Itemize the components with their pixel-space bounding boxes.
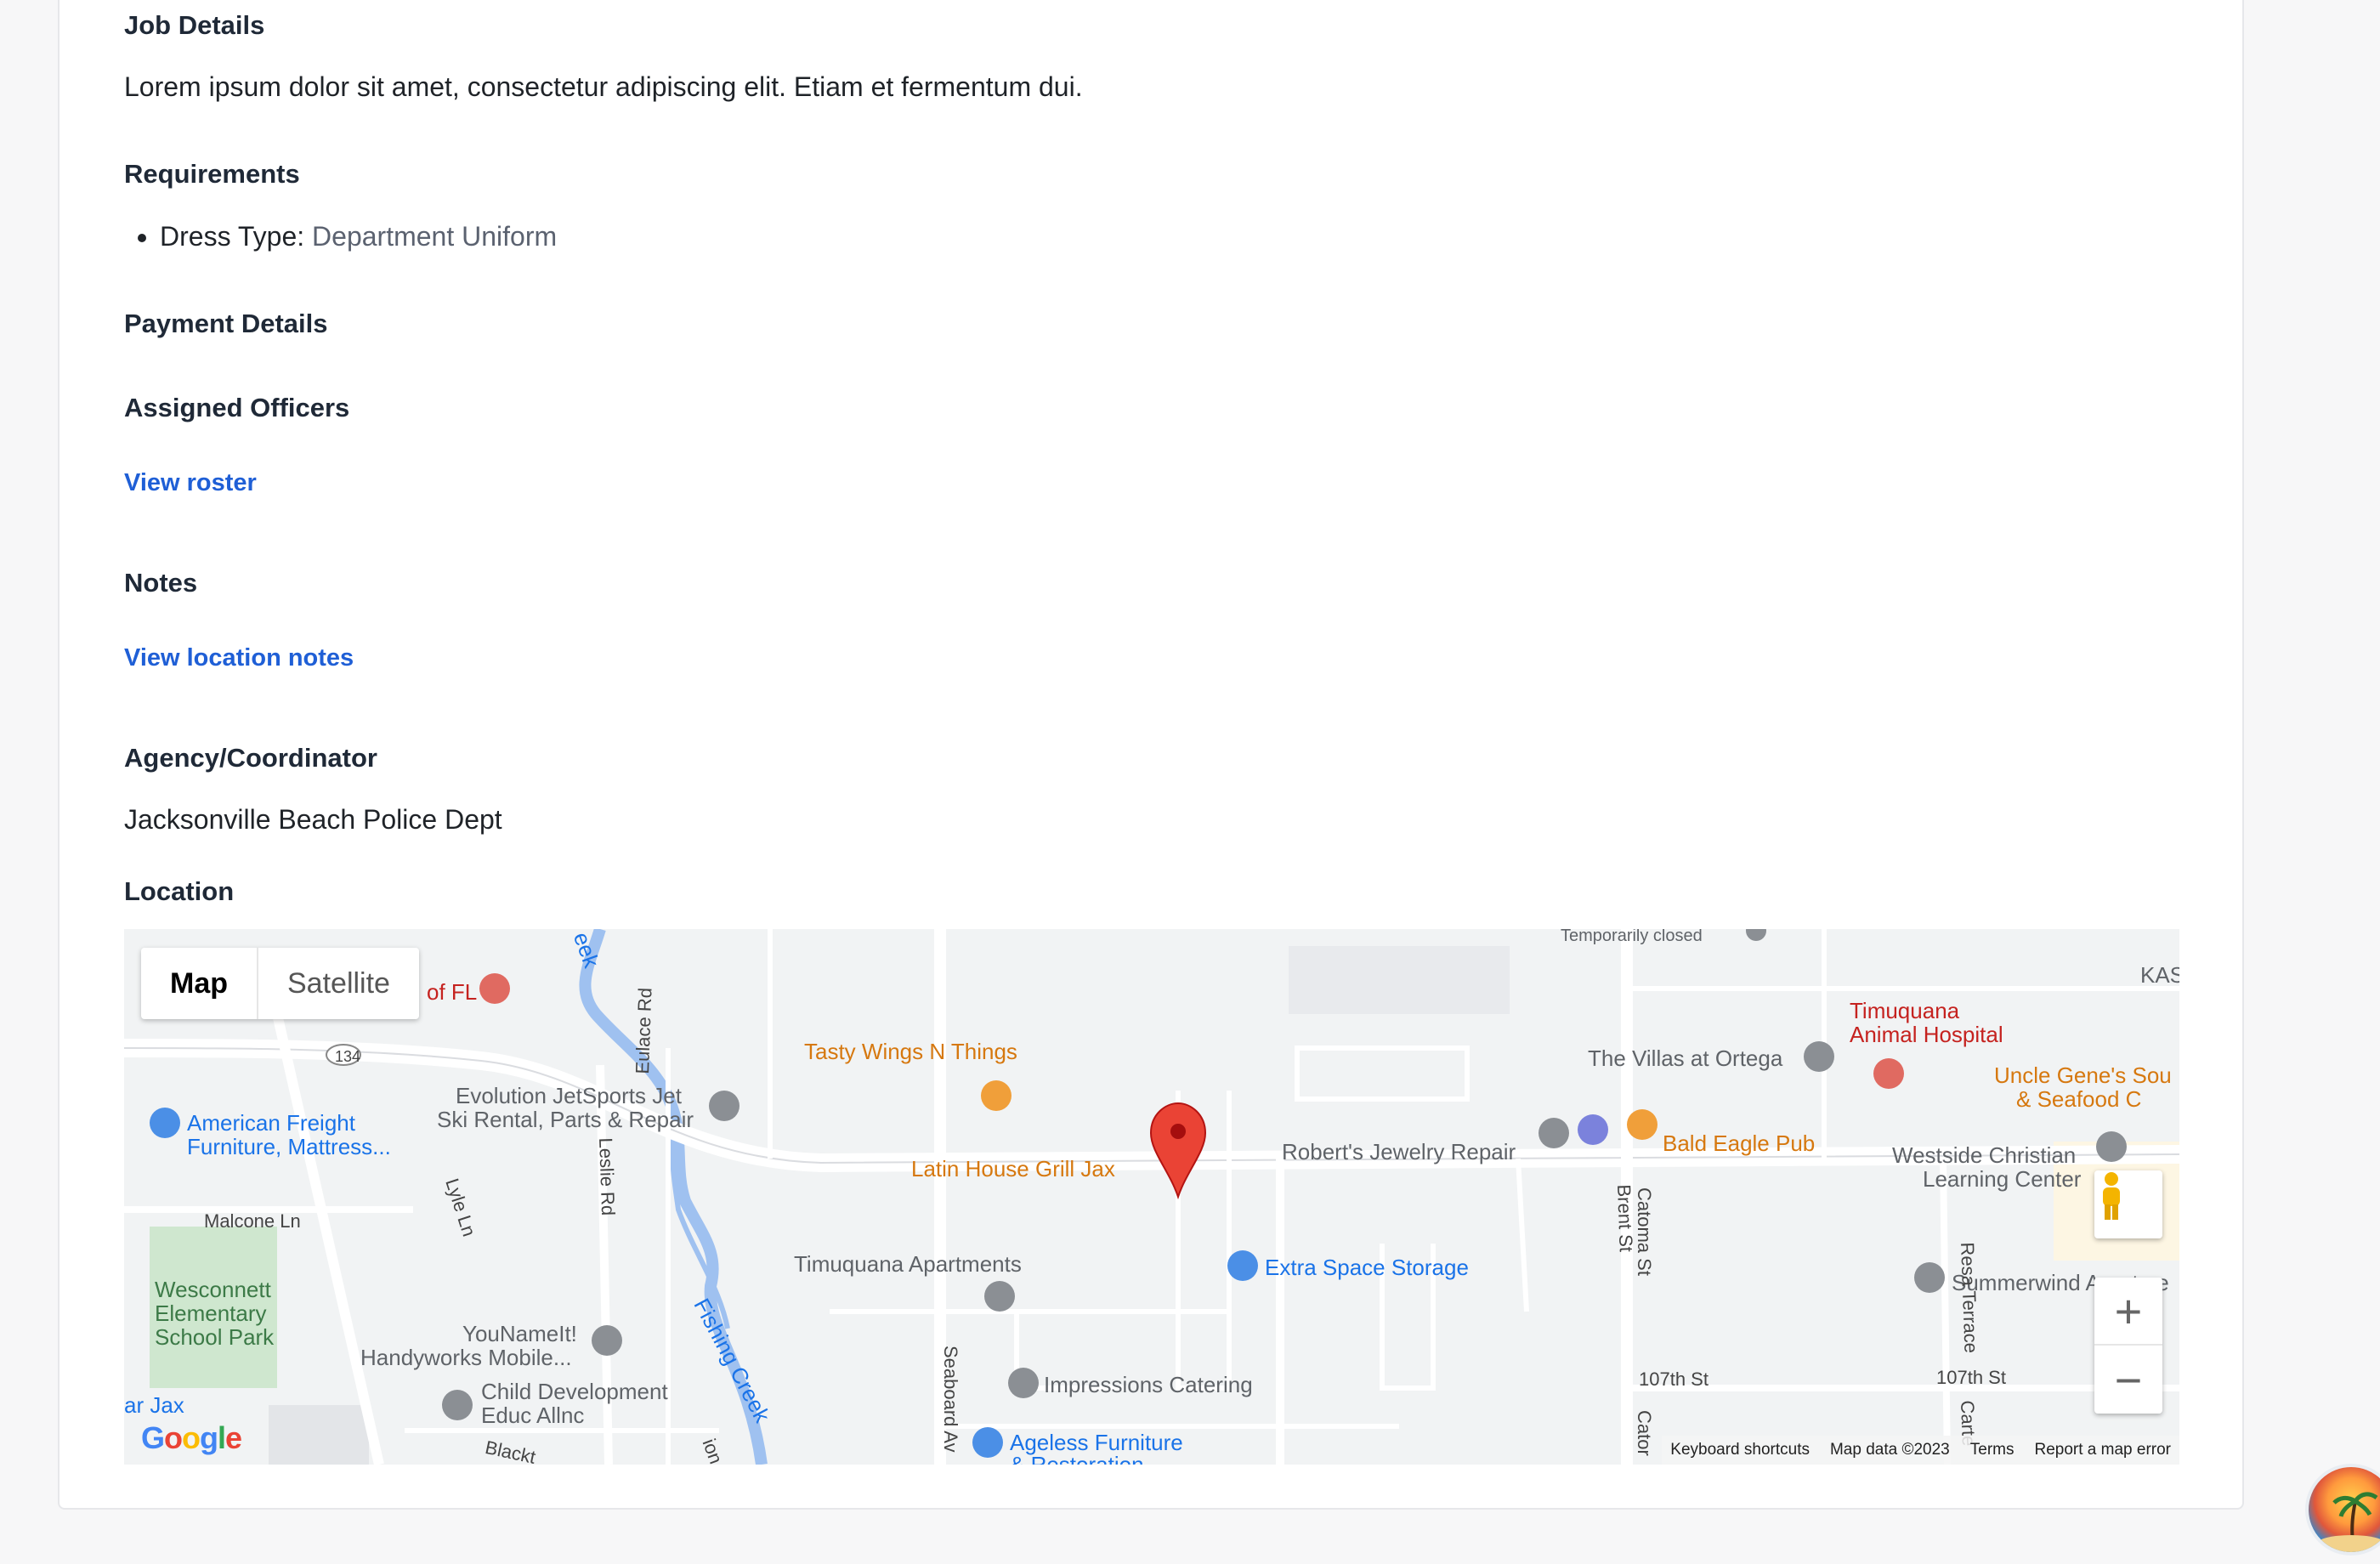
map-label: Seaboard Av (940, 1346, 961, 1453)
map-label: Learning Center (1923, 1166, 2082, 1192)
requirements-heading: Requirements (124, 159, 300, 189)
map-label: & Seafood C (2016, 1086, 2142, 1112)
map-label: Latin House Grill Jax (911, 1156, 1115, 1182)
requirement-label: Dress Type: (160, 221, 305, 252)
map-label: of FL (427, 979, 478, 1005)
map-label: Uncle Gene's Sou (1994, 1062, 2172, 1088)
map-label: Eulace Rd (631, 987, 656, 1074)
zoom-in-button[interactable]: + (2094, 1278, 2162, 1346)
map-attribution-bar: Keyboard shortcuts Map data ©2023 Terms … (1662, 1436, 2179, 1465)
view-roster-link[interactable]: View roster (124, 469, 257, 497)
map-label: Tasty Wings N Things (804, 1039, 1017, 1064)
payment-details-heading: Payment Details (124, 309, 328, 338)
location-heading: Location (124, 876, 235, 906)
notes-heading: Notes (124, 568, 198, 598)
map-label: Elementary (155, 1300, 267, 1326)
highway-number: 134 (335, 1048, 361, 1065)
job-details-text: Lorem ipsum dolor sit amet, consectetur … (124, 71, 1083, 102)
map-label: Child Development (481, 1379, 668, 1404)
agency-heading: Agency/Coordinator (124, 743, 377, 773)
map-label: Extra Space Storage (1265, 1255, 1469, 1280)
map-label: Cator (1634, 1410, 1655, 1456)
map-label: Timuquana Apartments (794, 1251, 1022, 1277)
agency-text: Jacksonville Beach Police Dept (124, 804, 502, 835)
map-label: Temporarily closed (1561, 929, 1703, 945)
map-label: Timuquana (1850, 998, 1960, 1023)
user-avatar[interactable] (2305, 1464, 2380, 1556)
map-label: Robert's Jewelry Repair (1282, 1139, 1516, 1164)
map-label: 107th St (1936, 1367, 2006, 1388)
map-label: Bald Eagle Pub (1663, 1130, 1816, 1156)
location-map[interactable]: Map Satellite Temporarily closed KAS of … (124, 929, 2179, 1465)
map-label: Leslie Rd (595, 1137, 620, 1216)
map-label: Evolution JetSports Jet (456, 1083, 682, 1108)
map-label: Wesconnett (155, 1277, 271, 1302)
requirements-list: Dress Type: Department Uniform (124, 216, 557, 257)
map-label: YouNameIt! (462, 1321, 577, 1346)
map-label: Impressions Catering (1044, 1372, 1253, 1397)
map-label: 107th St (1639, 1368, 1708, 1390)
zoom-out-button[interactable]: − (2094, 1346, 2162, 1414)
report-map-error-link[interactable]: Report a map error (2034, 1441, 2171, 1459)
map-label: Westside Christian (1892, 1142, 2077, 1168)
map-label: Handyworks Mobile... (360, 1345, 572, 1370)
map-label: Malcone Ln (204, 1210, 301, 1232)
google-logo: Google (141, 1420, 242, 1455)
assigned-officers-heading: Assigned Officers (124, 393, 350, 422)
map-label: The Villas at Ortega (1588, 1046, 1783, 1071)
location-pin-marker (1149, 1102, 1207, 1200)
map-label: ar Jax (124, 1392, 184, 1418)
map-label: Catoma St (1634, 1187, 1655, 1276)
map-type-satellite-button[interactable]: Satellite (258, 948, 419, 1019)
map-label: Resa Terrace (1957, 1242, 1982, 1354)
keyboard-shortcuts-link[interactable]: Keyboard shortcuts (1670, 1441, 1810, 1459)
map-label: Ageless Furniture (1010, 1430, 1183, 1455)
map-data-label: Map data ©2023 (1829, 1441, 1950, 1459)
map-type-toggle: Map Satellite (141, 948, 419, 1019)
terms-link[interactable]: Terms (1970, 1441, 2014, 1459)
street-view-pegman-icon[interactable] (2094, 1170, 2162, 1238)
map-label: Furniture, Mattress... (187, 1134, 391, 1159)
view-location-notes-link[interactable]: View location notes (124, 644, 354, 672)
requirement-item: Dress Type: Department Uniform (160, 216, 557, 257)
map-label: Ski Rental, Parts & Repair (437, 1107, 694, 1132)
map-label: & Restoration (1010, 1452, 1144, 1465)
map-label: KAS (2140, 962, 2179, 988)
map-label: School Park (155, 1324, 275, 1350)
zoom-controls: + − (2094, 1278, 2162, 1414)
map-label: Animal Hospital (1850, 1022, 2003, 1047)
map-type-map-button[interactable]: Map (141, 948, 258, 1019)
requirement-value: Department Uniform (312, 221, 558, 252)
job-details-heading: Job Details (124, 10, 265, 40)
map-label: American Freight (187, 1110, 355, 1136)
map-label: Educ Allnc (481, 1402, 585, 1428)
